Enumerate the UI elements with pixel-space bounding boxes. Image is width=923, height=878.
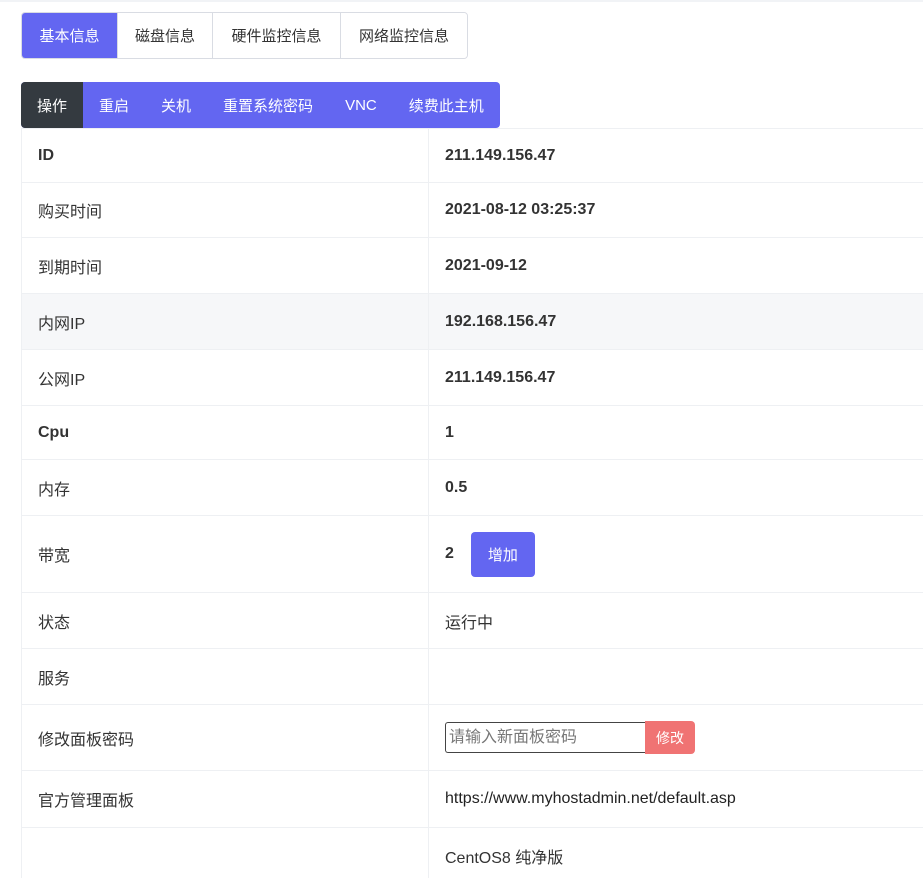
row-label-bandwidth: 带宽: [22, 516, 429, 592]
row-label-memory: 内存: [22, 460, 429, 515]
table-row: 服务: [22, 648, 923, 704]
row-label-status: 状态: [22, 593, 429, 648]
table-row: 内存 0.5: [22, 459, 923, 515]
tab-network-monitor[interactable]: 网络监控信息: [340, 13, 467, 58]
row-value-status: 运行中: [445, 614, 494, 632]
row-value-bandwidth-cell: 2 增加: [429, 516, 923, 592]
row-value-wan-ip: 211.149.156.47: [445, 368, 556, 386]
add-bandwidth-button[interactable]: 增加: [470, 531, 535, 577]
host-info-table: ID 211.149.156.47 购买时间 2021-08-12 03:25:…: [21, 128, 923, 878]
table-row: CentOS8 纯净版: [22, 827, 923, 878]
table-row: 公网IP 211.149.156.47: [22, 349, 923, 405]
row-value-expire: 2021-09-12: [445, 256, 527, 274]
row-value-bandwidth: 2: [445, 545, 454, 562]
table-row: 状态 运行中: [22, 592, 923, 648]
row-value-id: 211.149.156.47: [445, 146, 556, 164]
row-label-lan-ip: 内网IP: [22, 294, 429, 349]
table-row: ID 211.149.156.47: [22, 128, 923, 182]
tab-basic-info[interactable]: 基本信息: [22, 13, 117, 58]
row-label-os: [22, 828, 429, 878]
row-value-lan-ip: 192.168.156.47: [445, 312, 557, 330]
row-label-wan-ip: 公网IP: [22, 350, 429, 405]
tab-disk-info[interactable]: 磁盘信息: [117, 13, 212, 58]
change-password-button[interactable]: 修改: [645, 721, 695, 754]
panel-url-link[interactable]: https://www.myhostadmin.net/default.asp: [445, 790, 736, 808]
operations-label: 操作: [21, 82, 84, 128]
reboot-button[interactable]: 重启: [83, 82, 145, 128]
row-label-panel-password: 修改面板密码: [22, 705, 429, 770]
panel-password-form: 修改: [445, 721, 695, 754]
vnc-button[interactable]: VNC: [329, 82, 393, 128]
row-value-panel: https://www.myhostadmin.net/default.asp: [429, 771, 923, 827]
table-row: 修改面板密码 修改: [22, 704, 923, 770]
table-row: 内网IP 192.168.156.47: [22, 293, 923, 349]
panel-password-input[interactable]: [445, 722, 645, 753]
reset-password-button[interactable]: 重置系统密码: [207, 82, 329, 128]
row-label-expire: 到期时间: [22, 238, 429, 293]
row-value-purchase: 2021-08-12 03:25:37: [445, 201, 596, 218]
table-row: 带宽 2 增加: [22, 515, 923, 592]
operations-toolbar: 操作 重启 关机 重置系统密码 VNC 续费此主机: [21, 82, 500, 128]
table-row: 到期时间 2021-09-12: [22, 237, 923, 293]
info-tabs: 基本信息 磁盘信息 硬件监控信息 网络监控信息: [21, 12, 468, 59]
tab-hardware-monitor[interactable]: 硬件监控信息: [212, 13, 340, 58]
row-value-panel-password: 修改: [429, 705, 923, 770]
row-value-os: CentOS8 纯净版: [445, 850, 564, 867]
row-label-purchase: 购买时间: [22, 183, 429, 237]
table-row: 官方管理面板 https://www.myhostadmin.net/defau…: [22, 770, 923, 827]
row-label-cpu: Cpu: [22, 406, 429, 459]
row-label-id: ID: [22, 129, 429, 182]
table-row: Cpu 1: [22, 405, 923, 459]
renew-button[interactable]: 续费此主机: [393, 82, 500, 128]
table-row: 购买时间 2021-08-12 03:25:37: [22, 182, 923, 237]
top-border: [0, 0, 923, 2]
row-label-panel: 官方管理面板: [22, 771, 429, 827]
row-label-service: 服务: [22, 649, 429, 704]
shutdown-button[interactable]: 关机: [145, 82, 207, 128]
row-value-service: [429, 649, 923, 704]
row-value-memory: 0.5: [445, 478, 468, 496]
row-value-cpu: 1: [445, 423, 454, 441]
